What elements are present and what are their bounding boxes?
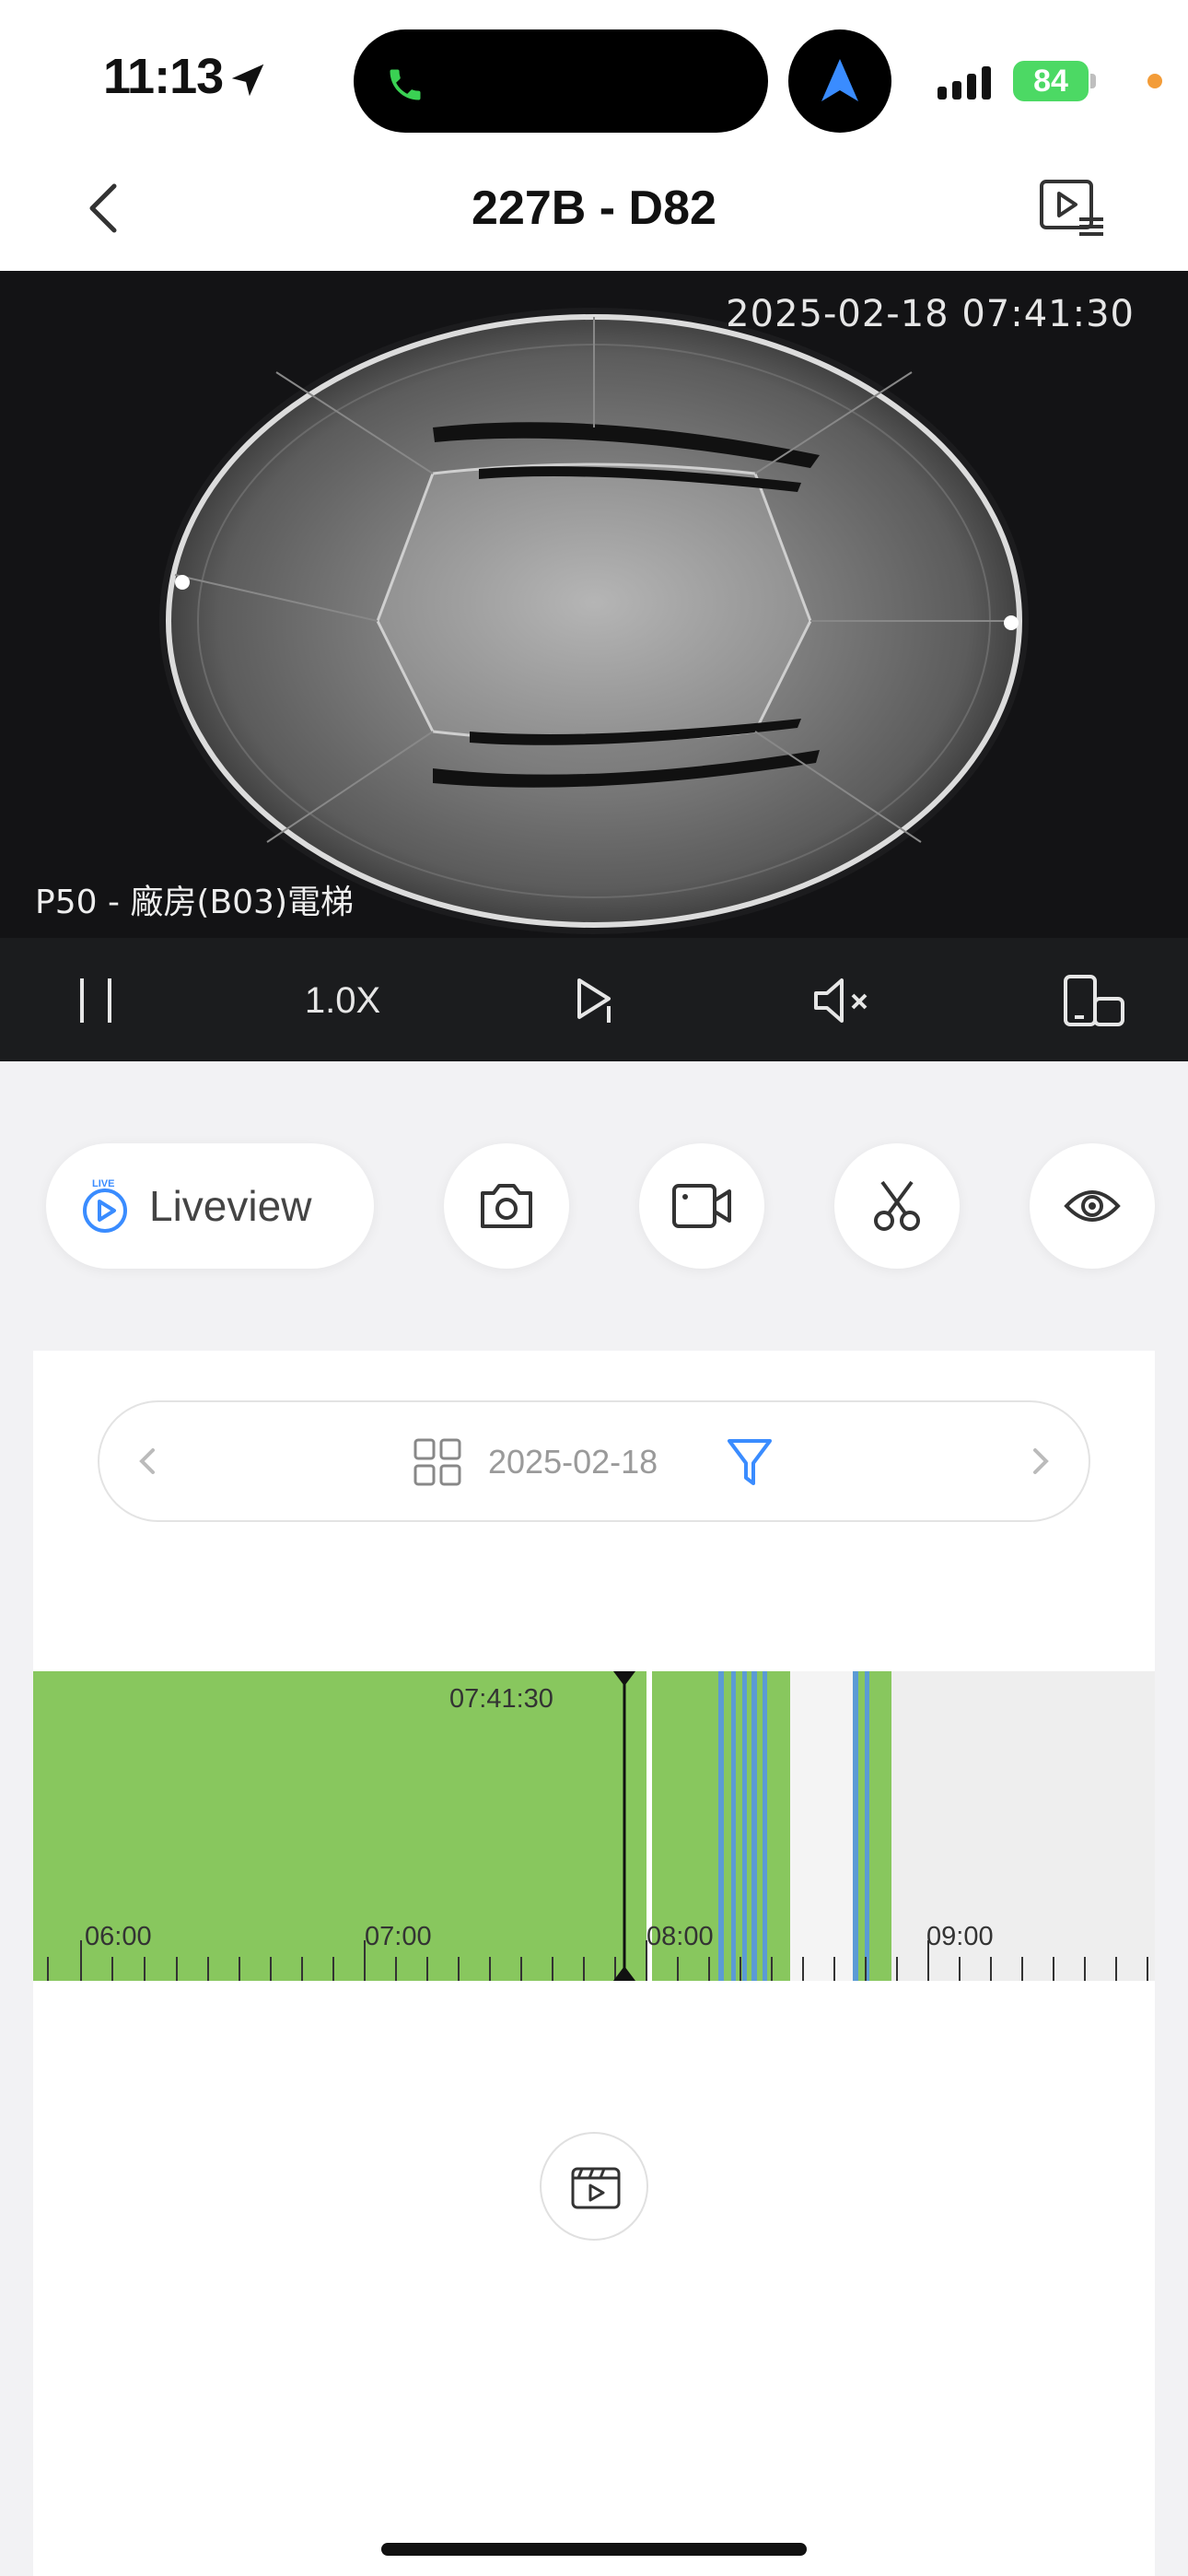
battery-tip <box>1090 74 1096 88</box>
hour-label: 07:00 <box>365 1922 432 1951</box>
hour-label: 08:00 <box>646 1922 714 1951</box>
liveview-label: Liveview <box>149 1182 312 1230</box>
clip-cut-button[interactable] <box>834 1143 960 1269</box>
cursor-time-label: 07:41:30 <box>449 1684 553 1714</box>
chevron-left-icon[interactable] <box>131 1443 164 1480</box>
phone-icon <box>390 69 421 100</box>
event-marker <box>763 1671 767 1981</box>
rotate-device-icon <box>1064 975 1124 1026</box>
selected-date[interactable]: 2025-02-18 <box>488 1443 658 1481</box>
signal-icon <box>938 66 991 100</box>
eye-icon <box>1064 1190 1121 1222</box>
battery-icon: 84 <box>1013 61 1089 101</box>
speed-label: 1.0X <box>304 979 381 1021</box>
event-marker <box>718 1671 724 1981</box>
clip-list-button[interactable] <box>540 2132 648 2241</box>
record-button[interactable] <box>639 1143 764 1269</box>
play-step-button[interactable] <box>540 962 650 1039</box>
video-playlist-icon[interactable] <box>1039 179 1105 238</box>
camera-icon <box>481 1184 532 1228</box>
mute-button[interactable] <box>788 962 899 1039</box>
location-arrow-icon <box>231 64 264 97</box>
hour-label: 06:00 <box>85 1922 152 1951</box>
live-play-icon: LIVE <box>83 1178 127 1233</box>
filter-icon[interactable] <box>726 1435 774 1489</box>
event-marker <box>751 1671 757 1981</box>
clapperboard-play-icon <box>571 2167 621 2209</box>
chevron-left-icon[interactable] <box>74 171 129 245</box>
rotate-button[interactable] <box>1039 962 1149 1039</box>
pause-button[interactable] <box>41 962 151 1039</box>
home-indicator <box>381 2543 807 2556</box>
privacy-indicator <box>1147 74 1162 88</box>
video-player[interactable] <box>0 271 1188 938</box>
camera-name-overlay: P50 - 廠房(B03)電梯 <box>35 884 354 921</box>
live-badge: LIVE <box>92 1178 114 1189</box>
event-marker <box>853 1671 858 1981</box>
play-step-icon <box>577 978 611 1023</box>
page-title: 227B - D82 <box>472 181 716 235</box>
event-marker <box>731 1671 736 1981</box>
recording-segment <box>856 1671 891 1981</box>
record-icon <box>672 1184 731 1228</box>
no-recording-segment <box>790 1671 856 1981</box>
video-timestamp: 2025-02-18 07:41:30 <box>726 293 1135 335</box>
scissors-icon <box>874 1180 920 1231</box>
status-time: 11:13 <box>103 49 224 104</box>
mute-icon <box>814 978 868 1023</box>
chevron-right-icon[interactable] <box>1024 1443 1057 1480</box>
snapshot-button[interactable] <box>444 1143 569 1269</box>
pause-icon <box>80 978 111 1023</box>
event-marker <box>865 1671 869 1981</box>
navigation-icon <box>821 59 858 101</box>
event-marker <box>742 1671 747 1981</box>
hour-label: 09:00 <box>926 1922 994 1951</box>
speed-button[interactable]: 1.0X <box>287 962 398 1039</box>
privacy-view-button[interactable] <box>1030 1143 1155 1269</box>
grid-icon[interactable] <box>413 1437 462 1487</box>
fisheye-camera-frame <box>0 271 1188 938</box>
